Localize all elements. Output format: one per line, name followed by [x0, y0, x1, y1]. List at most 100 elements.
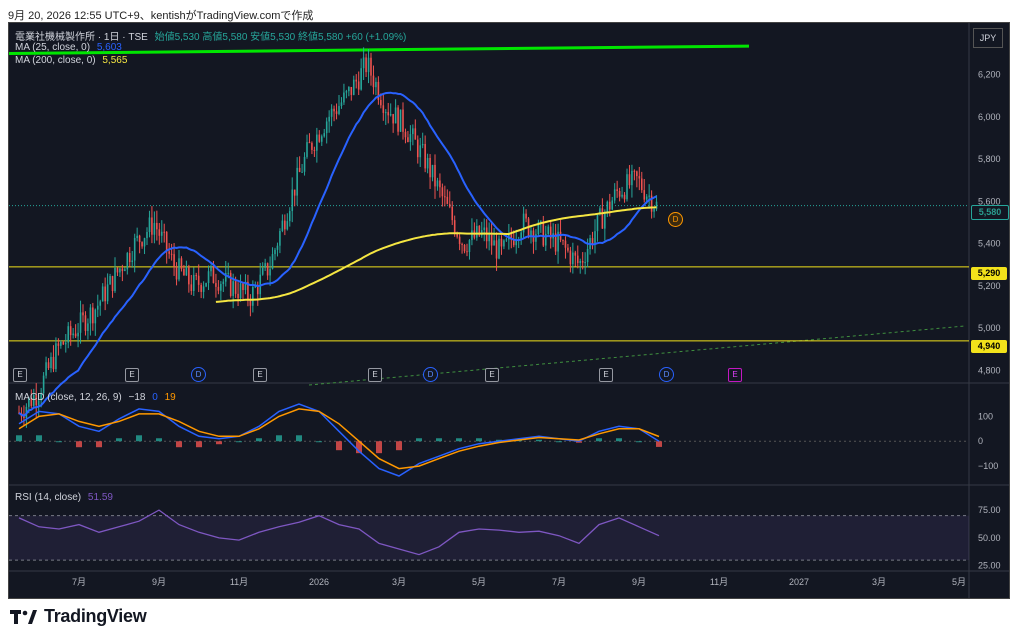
candle-body [431, 164, 434, 178]
candle-body [288, 211, 291, 222]
rsi-band-fill [9, 515, 969, 561]
candle-body [476, 225, 478, 238]
currency-button[interactable]: JPY [973, 28, 1003, 48]
candle-body [62, 341, 65, 345]
candle-body [429, 158, 431, 178]
earnings-marker[interactable]: E [125, 368, 139, 382]
dividend-marker[interactable]: D [659, 367, 674, 382]
candle-body [594, 231, 596, 245]
candle-body [426, 158, 429, 169]
ma25-label: MA (25, close, 0) [15, 42, 91, 53]
candle-body [232, 281, 234, 296]
earnings-marker[interactable]: E [485, 368, 499, 382]
candle-body [357, 81, 360, 90]
candle-body [291, 189, 294, 212]
macd-histogram-bar [36, 435, 42, 442]
candle-body [397, 107, 399, 132]
candle-body [604, 213, 606, 229]
candle-body [141, 242, 143, 247]
earnings-marker[interactable]: E [368, 368, 382, 382]
rsi-value: 51.59 [87, 492, 113, 503]
candle-body [404, 131, 407, 138]
earnings-marker[interactable]: E [13, 368, 27, 382]
time-tick-label: 9月 [632, 577, 646, 587]
candle-body [394, 107, 397, 124]
candle-body [50, 356, 52, 369]
candle-body [293, 189, 296, 196]
candle-body [416, 139, 419, 158]
candle-body [367, 57, 370, 73]
candle-body [79, 312, 82, 333]
time-tick-label: 11月 [230, 577, 248, 587]
candle-body [567, 247, 569, 251]
macd-histogram-bar [116, 438, 122, 442]
candle-body [183, 268, 185, 276]
candle-body [165, 232, 168, 252]
candle-body [525, 213, 527, 219]
candle-body [448, 203, 451, 207]
macd-legend[interactable]: MACD (close, 12, 26, 9) −18 0 19 [15, 392, 176, 403]
candle-body [444, 196, 446, 198]
macd-histogram-bar [296, 435, 302, 442]
ma200-legend[interactable]: MA (200, close, 0) 5,565 [15, 55, 127, 66]
candle-body [330, 108, 333, 117]
candle-body [653, 208, 655, 212]
macd-histogram-bar [96, 441, 102, 448]
dividend-marker[interactable]: D [423, 367, 438, 382]
macd-histogram-bar [556, 441, 562, 443]
candle-body [572, 252, 574, 265]
candle-body [631, 170, 633, 186]
upcoming-earnings-marker[interactable]: E [728, 368, 742, 382]
rsi-legend[interactable]: RSI (14, close) 51.59 [15, 492, 113, 503]
candle-body [453, 220, 456, 234]
candle-body [328, 116, 330, 122]
candle-body [202, 286, 205, 292]
time-tick-label: 2027 [789, 577, 809, 587]
dividend-marker[interactable]: D [191, 367, 206, 382]
candle-body [212, 265, 215, 284]
chart-canvas[interactable]: 4,8005,0005,2005,4005,6005,8006,0006,200… [9, 23, 1009, 598]
time-tick-label: 5月 [472, 577, 486, 587]
ma200-label: MA (200, close, 0) [15, 55, 96, 66]
candle-body [451, 206, 454, 221]
candle-body [316, 134, 318, 151]
candle-body [392, 114, 394, 124]
price-tick-label: 5,800 [978, 154, 1001, 164]
chart-frame[interactable]: 4,800 5,000 5,200 5,400 5,600 5,800 6,000 6,200… [8, 22, 1010, 599]
candle-body [362, 57, 365, 69]
candle-body [271, 254, 274, 269]
candle-body [542, 221, 545, 246]
tradingview-logo-icon [10, 609, 37, 624]
candle-body [387, 112, 390, 116]
candle-body [136, 235, 138, 238]
upcoming-dividend-marker[interactable]: D [668, 212, 683, 227]
candle-body [84, 315, 87, 331]
macd-histogram-bar [376, 441, 382, 454]
candle-body [434, 164, 436, 187]
candle-body [402, 109, 404, 132]
earnings-marker[interactable]: E [253, 368, 267, 382]
macd-hist-value: −18 [128, 392, 146, 403]
time-tick-label: 3月 [392, 577, 406, 587]
candle-body [564, 240, 567, 248]
candle-body [547, 226, 550, 234]
candle-body [173, 254, 175, 267]
last-price-label: 5,580 [971, 205, 1009, 220]
candle-body [352, 79, 355, 95]
earnings-marker[interactable]: E [599, 368, 613, 382]
candle-body [227, 272, 230, 274]
candle-body [303, 156, 306, 172]
candle-body [636, 171, 638, 177]
price-tick-label: 6,200 [978, 70, 1001, 80]
ma25-legend[interactable]: MA (25, close, 0) 5,603 [15, 42, 122, 53]
candle-body [338, 106, 340, 114]
candle-body [111, 276, 114, 291]
candle-body [638, 176, 641, 179]
candle-body [55, 343, 57, 370]
candle-body [343, 92, 345, 103]
macd-histogram-bar [56, 441, 62, 443]
macd-histogram-bar [616, 438, 622, 442]
candle-body [439, 180, 441, 188]
price-tick-label: 5,000 [978, 323, 1001, 333]
macd-histogram-bar [76, 441, 82, 448]
